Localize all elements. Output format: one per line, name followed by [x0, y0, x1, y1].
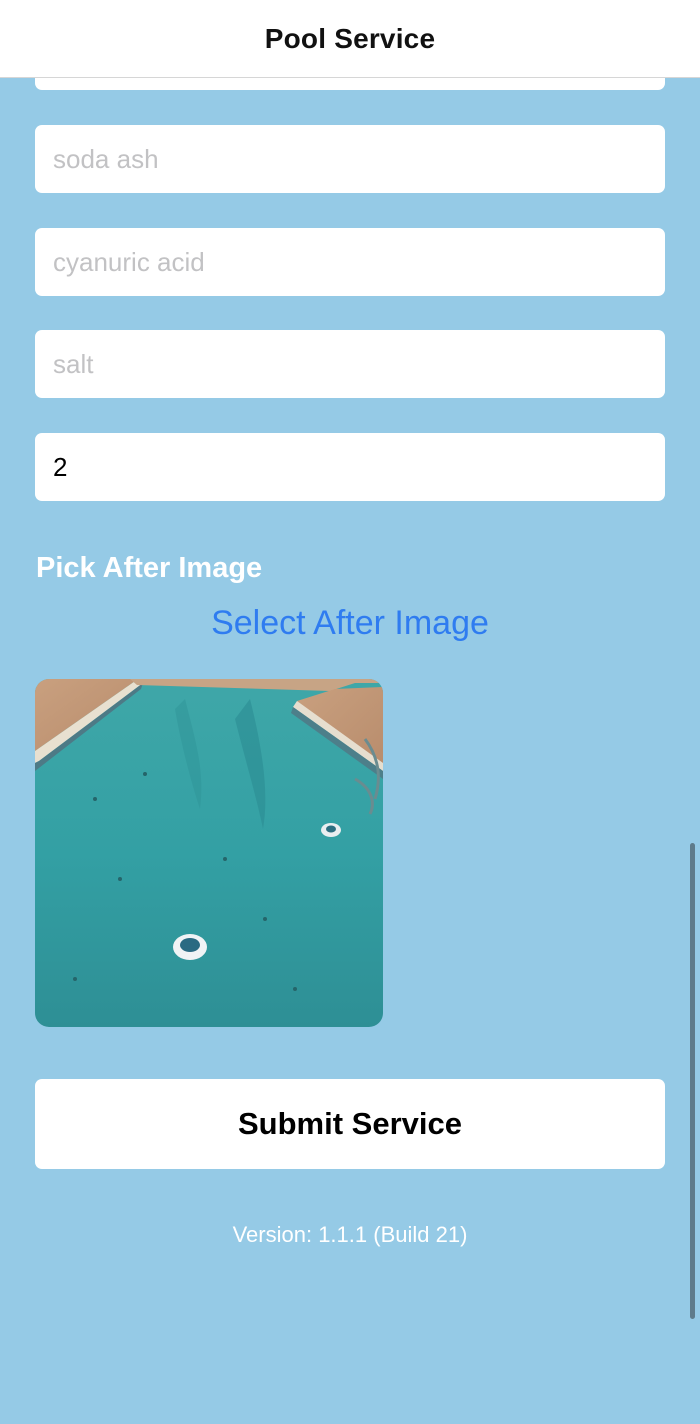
- cyanuric-acid-field[interactable]: [35, 228, 665, 296]
- salt-field[interactable]: [35, 330, 665, 398]
- navigation-bar: Pool Service: [0, 0, 700, 78]
- page-title: Pool Service: [264, 22, 436, 54]
- cyanuric-acid-input[interactable]: [53, 246, 647, 278]
- after-image-preview: [35, 679, 383, 1027]
- select-after-image-link[interactable]: Select After Image: [0, 604, 700, 643]
- submit-service-button[interactable]: Submit Service: [35, 1079, 665, 1169]
- quantity-input[interactable]: [53, 451, 647, 483]
- soda-ash-input[interactable]: [53, 143, 647, 175]
- soda-ash-field[interactable]: [35, 125, 665, 193]
- version-label: Version: 1.1.1 (Build 21): [232, 1222, 468, 1247]
- salt-input[interactable]: [53, 348, 647, 380]
- pick-after-image-heading: Pick After Image: [36, 552, 263, 584]
- scrollbar[interactable]: [690, 843, 695, 1319]
- quantity-field[interactable]: [35, 433, 665, 501]
